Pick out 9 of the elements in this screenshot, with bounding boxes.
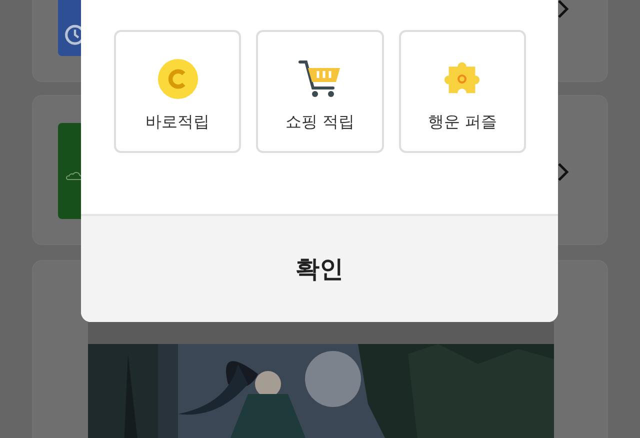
chevron-right-icon[interactable] xyxy=(557,162,569,182)
reward-option[interactable]: 행운 퍼즐 xyxy=(398,30,526,153)
reward-option[interactable]: 바로적립 xyxy=(114,30,242,153)
chevron-right-icon[interactable] xyxy=(557,0,569,19)
cloud-icon xyxy=(66,171,84,181)
reward-option[interactable]: 쇼핑 적립 xyxy=(256,30,384,153)
coin-icon xyxy=(156,58,200,100)
confirm-button[interactable]: 확인 xyxy=(81,216,558,322)
cart-icon xyxy=(298,58,342,100)
